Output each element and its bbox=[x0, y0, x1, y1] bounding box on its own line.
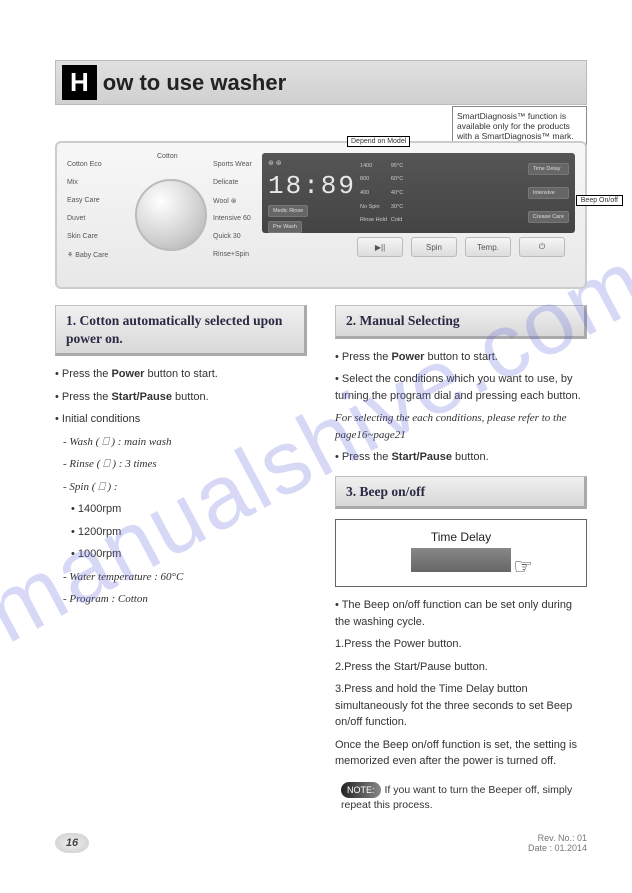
lcd-option: No Spin bbox=[360, 204, 387, 210]
lcd-button[interactable]: Medic Rinse bbox=[268, 205, 308, 217]
spin-option: • 1200rpm bbox=[71, 524, 307, 541]
lcd-button[interactable]: Crease Care bbox=[528, 211, 569, 223]
time-delay-figure: Time Delay ☞ bbox=[335, 519, 587, 587]
condition-line: - Water temperature : 60°C bbox=[63, 569, 307, 586]
title-letter: H bbox=[62, 65, 97, 100]
lcd-option: 40°C bbox=[391, 190, 403, 196]
dial-label: Wool ⊛ bbox=[213, 197, 237, 205]
note-badge: NOTE: bbox=[341, 782, 381, 799]
program-dial[interactable] bbox=[135, 179, 207, 251]
page-number: 16 bbox=[55, 833, 89, 853]
dial-label: Easy Care bbox=[67, 197, 100, 204]
power-button[interactable]: ⏻ bbox=[519, 237, 565, 257]
dial-label: Skin Care bbox=[67, 233, 98, 240]
beep-onoff-callout: Beep On/off bbox=[576, 195, 623, 206]
lcd-button[interactable]: Pre Wash bbox=[268, 221, 302, 233]
note-row: NOTE:If you want to turn the Beeper off,… bbox=[335, 782, 587, 813]
spin-option: • 1000rpm bbox=[71, 546, 307, 563]
temp-button[interactable]: Temp. bbox=[465, 237, 511, 257]
dial-label: ⚘ Baby Care bbox=[67, 251, 108, 259]
dial-label: Quick 30 bbox=[213, 233, 241, 240]
beep-line: 2.Press the Start/Pause button. bbox=[335, 659, 587, 676]
lcd-time: 18:89 bbox=[268, 171, 356, 201]
depend-on-model-label: Depend on Model bbox=[347, 136, 410, 147]
spin-option: • 1400rpm bbox=[71, 501, 307, 518]
dial-label: Cotton Eco bbox=[67, 161, 102, 168]
condition-line: - Program : Cotton bbox=[63, 591, 307, 608]
beep-line: Once the Beep on/off function is set, th… bbox=[335, 737, 587, 770]
dial-label: Sports Wear bbox=[213, 161, 252, 168]
section-1-heading: 1. Cotton automatically selected upon po… bbox=[55, 305, 307, 356]
dial-label: Delicate bbox=[213, 179, 238, 186]
button-row: ▶|| Spin Temp. ⏻ bbox=[262, 237, 575, 257]
instruction-line: Press the Start/Pause button. bbox=[335, 449, 587, 466]
lcd-option: Rinse Hold bbox=[360, 217, 387, 223]
program-dial-zone: Cotton Cotton Eco Mix Easy Care Duvet Sk… bbox=[67, 153, 262, 279]
instruction-line: Select the conditions which you want to … bbox=[335, 371, 587, 404]
spin-button[interactable]: Spin bbox=[411, 237, 457, 257]
instruction-line: Press the Power button to start. bbox=[335, 349, 587, 366]
lcd-button[interactable]: Intensive bbox=[528, 187, 569, 199]
lcd-option: Cold bbox=[391, 217, 403, 223]
time-delay-label: Time Delay bbox=[366, 530, 556, 544]
page-footer: 16 Rev. No.: 01 Date : 01.2014 bbox=[55, 833, 587, 853]
section-3-heading: 3. Beep on/off bbox=[335, 476, 587, 510]
condition-line: - Spin ( ⎕ ) : bbox=[63, 479, 307, 496]
instruction-line: Press the Power button to start. bbox=[55, 366, 307, 383]
section-2-heading: 2. Manual Selecting bbox=[335, 305, 587, 339]
beep-line: • The Beep on/off function can be set on… bbox=[335, 597, 587, 630]
lcd-option: 30°C bbox=[391, 204, 403, 210]
washer-control-panel: Cotton Cotton Eco Mix Easy Care Duvet Sk… bbox=[55, 141, 587, 289]
time-delay-button-graphic: ☞ bbox=[411, 548, 511, 572]
lcd-option: 1400 bbox=[360, 163, 387, 169]
lcd-button[interactable]: Time Delay bbox=[528, 163, 569, 175]
start-pause-button[interactable]: ▶|| bbox=[357, 237, 403, 257]
lcd-option: 400 bbox=[360, 190, 387, 196]
beep-line: 3.Press and hold the Time Delay button s… bbox=[335, 681, 587, 731]
dial-label-top: Cotton bbox=[157, 153, 178, 160]
dial-label: Intensive 60 bbox=[213, 215, 251, 222]
condition-line: - Wash ( ⎕ ) : main wash bbox=[63, 434, 307, 451]
dial-label: Mix bbox=[67, 179, 78, 186]
instruction-line: Initial conditions bbox=[55, 411, 307, 428]
dial-label: Rinse+Spin bbox=[213, 251, 249, 258]
revision-number: Rev. No.: 01 bbox=[528, 833, 587, 843]
instruction-line: Press the Start/Pause button. bbox=[55, 389, 307, 406]
beep-line: 1.Press the Power button. bbox=[335, 636, 587, 653]
display-zone: ⊛ ⊛ 18:89 Medic Rinse Pre Wash 1400 800 … bbox=[262, 153, 575, 279]
lcd-display: ⊛ ⊛ 18:89 Medic Rinse Pre Wash 1400 800 … bbox=[262, 153, 575, 233]
dial-label: Duvet bbox=[67, 215, 85, 222]
right-column: 2. Manual Selecting Press the Power butt… bbox=[335, 305, 587, 813]
condition-line: - Rinse ( ⎕ ) : 3 times bbox=[63, 456, 307, 473]
lcd-option: 95°C bbox=[391, 163, 403, 169]
revision-date: Date : 01.2014 bbox=[528, 843, 587, 853]
lcd-option: 60°C bbox=[391, 176, 403, 182]
left-column: 1. Cotton automatically selected upon po… bbox=[55, 305, 307, 813]
page-title-bar: H ow to use washer bbox=[55, 60, 587, 105]
lcd-option: 800 bbox=[360, 176, 387, 182]
reference-line: For selecting the each conditions, pleas… bbox=[335, 410, 587, 443]
finger-icon: ☞ bbox=[513, 554, 533, 580]
title-text: ow to use washer bbox=[103, 70, 286, 96]
